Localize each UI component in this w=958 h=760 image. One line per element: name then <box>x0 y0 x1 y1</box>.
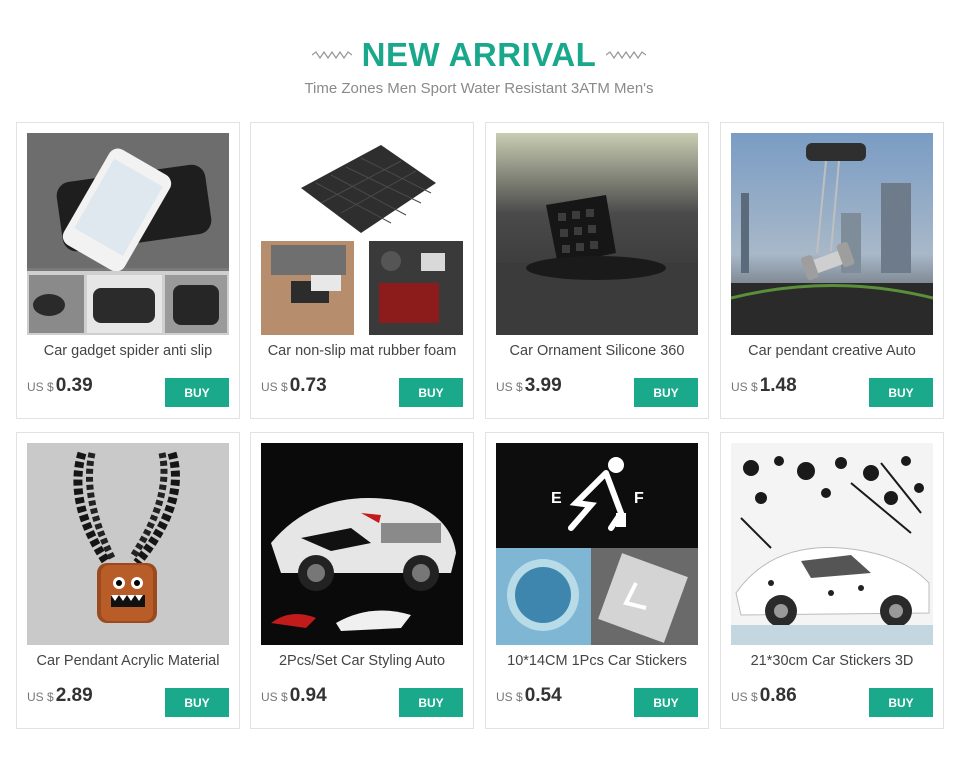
product-image[interactable] <box>731 443 933 645</box>
price-amount: 0.54 <box>524 685 562 706</box>
product-card[interactable]: Car pendant creative Auto US $ 1.48 BUY <box>720 122 944 419</box>
product-name[interactable]: 10*14CM 1Pcs Car Stickers <box>492 651 702 671</box>
product-card[interactable]: Car Pendant Acrylic Material US $ 2.89 B… <box>16 432 240 729</box>
price-amount: 0.73 <box>289 375 327 396</box>
price: US $ 0.86 <box>731 685 797 711</box>
product-image[interactable]: E F <box>496 443 698 645</box>
price: US $ 0.54 <box>496 685 562 711</box>
svg-text:F: F <box>634 490 644 507</box>
left-squiggle-icon <box>311 50 352 60</box>
rubber-mat-image <box>261 133 463 335</box>
product-image[interactable] <box>496 133 698 335</box>
product-card[interactable]: 2Pcs/Set Car Styling Auto US $ 0.94 BUY <box>250 432 474 729</box>
acrylic-pendant-image <box>27 443 229 645</box>
product-image[interactable] <box>27 133 229 335</box>
currency-label: US $ <box>496 380 523 394</box>
product-image[interactable] <box>261 443 463 645</box>
product-name[interactable]: Car Ornament Silicone 360 <box>492 341 702 361</box>
price-amount: 1.48 <box>759 375 797 396</box>
currency-label: US $ <box>27 380 54 394</box>
currency-label: US $ <box>27 690 54 704</box>
fuel-gauge-sticker-image: E F <box>496 443 698 645</box>
currency-label: US $ <box>496 690 523 704</box>
price-amount: 2.89 <box>55 685 93 706</box>
price: US $ 0.73 <box>261 375 327 401</box>
title-row: NEW ARRIVAL <box>0 36 958 74</box>
price-amount: 0.86 <box>759 685 797 706</box>
product-card[interactable]: Car gadget spider anti slip US $ 0.39 BU… <box>16 122 240 419</box>
price-amount: 0.94 <box>289 685 327 706</box>
product-name[interactable]: 21*30cm Car Stickers 3D <box>727 651 937 671</box>
buy-button[interactable]: BUY <box>165 688 229 717</box>
product-card[interactable]: Car non-slip mat rubber foam US $ 0.73 B… <box>250 122 474 419</box>
silicone-holder-image <box>496 133 698 335</box>
product-image[interactable] <box>261 133 463 335</box>
product-card[interactable]: 21*30cm Car Stickers 3D US $ 0.86 BUY <box>720 432 944 729</box>
svg-text:E: E <box>551 490 562 507</box>
product-card[interactable]: Car Ornament Silicone 360 US $ 3.99 BUY <box>485 122 709 419</box>
price: US $ 3.99 <box>496 375 562 401</box>
product-name[interactable]: Car gadget spider anti slip <box>23 341 233 361</box>
section-header: NEW ARRIVAL Time Zones Men Sport Water R… <box>0 0 958 122</box>
product-name[interactable]: Car non-slip mat rubber foam <box>257 341 467 361</box>
product-name[interactable]: 2Pcs/Set Car Styling Auto <box>257 651 467 671</box>
right-squiggle-icon <box>606 50 647 60</box>
buy-button[interactable]: BUY <box>165 378 229 407</box>
product-image[interactable] <box>27 443 229 645</box>
buy-button[interactable]: BUY <box>399 688 463 717</box>
price: US $ 0.94 <box>261 685 327 711</box>
product-card[interactable]: E F 10*14CM 1Pcs Car Stickers US $ 0.54 … <box>485 432 709 729</box>
price: US $ 0.39 <box>27 375 93 401</box>
buy-button[interactable]: BUY <box>869 688 933 717</box>
phone-on-mat-image <box>27 133 229 335</box>
bullet-hole-sticker-image <box>731 443 933 645</box>
buy-button[interactable]: BUY <box>634 688 698 717</box>
price: US $ 2.89 <box>27 685 93 711</box>
currency-label: US $ <box>731 380 758 394</box>
price: US $ 1.48 <box>731 375 797 401</box>
jaguar-sticker-car-image <box>261 443 463 645</box>
buy-button[interactable]: BUY <box>399 378 463 407</box>
currency-label: US $ <box>261 380 288 394</box>
page-subtitle: Time Zones Men Sport Water Resistant 3AT… <box>304 80 654 97</box>
price-amount: 3.99 <box>524 375 562 396</box>
currency-label: US $ <box>731 690 758 704</box>
buy-button[interactable]: BUY <box>634 378 698 407</box>
product-name[interactable]: Car Pendant Acrylic Material <box>23 651 233 671</box>
currency-label: US $ <box>261 690 288 704</box>
page-title: NEW ARRIVAL <box>361 36 597 73</box>
price-amount: 0.39 <box>55 375 93 396</box>
dumbbell-pendant-image <box>731 133 933 335</box>
product-name[interactable]: Car pendant creative Auto <box>727 341 937 361</box>
buy-button[interactable]: BUY <box>869 378 933 407</box>
product-image[interactable] <box>731 133 933 335</box>
